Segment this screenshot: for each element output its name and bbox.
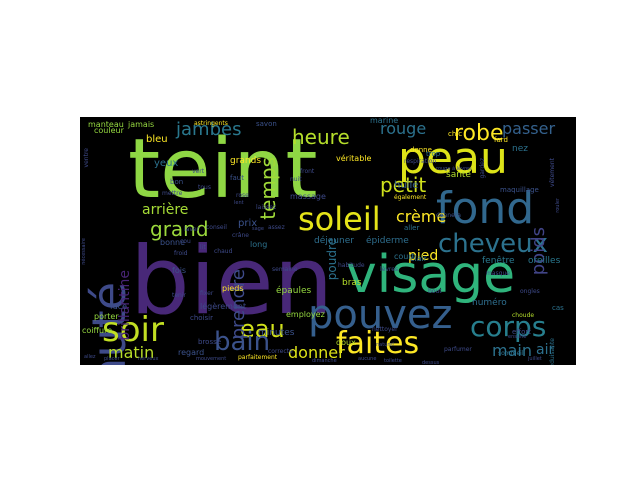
cloud-word: numéro <box>472 298 507 308</box>
cloud-word: donne <box>410 146 432 154</box>
cloud-word: arrière <box>142 202 189 218</box>
cloud-word: porter <box>94 312 119 321</box>
cloud-word: toilette <box>384 358 402 364</box>
cloud-word: employez <box>286 310 325 319</box>
cloud-word: gardez <box>479 157 486 179</box>
cloud-word: séduisante <box>549 337 556 365</box>
cloud-word: juillet <box>528 356 542 362</box>
cloud-word: bon <box>170 178 184 186</box>
cloud-word: heure <box>292 125 350 149</box>
cloud-word: doux <box>336 338 356 347</box>
cloud-word: marine <box>370 117 399 125</box>
cloud-word: mouvement <box>196 356 227 362</box>
cloud-word: froid <box>174 250 188 257</box>
cloud-word: masque <box>486 270 510 277</box>
cloud-word: nez <box>512 144 528 154</box>
cloud-word: soleil <box>298 200 381 238</box>
cloud-word: habitude <box>338 262 365 269</box>
cloud-word: dessus <box>422 360 440 366</box>
cloud-word: vert <box>192 168 205 175</box>
cloud-word: huile <box>394 180 419 191</box>
cloud-word: laissez <box>256 204 277 211</box>
cloud-word: parfaitement <box>238 354 278 361</box>
cloud-word: fixer <box>200 290 214 297</box>
cloud-word: santé <box>446 170 471 180</box>
cloud-word: déjeuner <box>314 236 354 246</box>
cloud-word: nécessaire <box>81 237 87 265</box>
cloud-word: long <box>250 240 268 249</box>
cloud-word: yeux <box>154 158 179 169</box>
cloud-word: mettre <box>162 190 183 197</box>
cloud-word: jamais <box>128 120 155 129</box>
cloud-word: lit <box>200 244 206 251</box>
cloud-word: coiffure <box>82 326 113 335</box>
cloud-word: bleu <box>146 134 168 145</box>
cloud-word: donnera <box>436 212 461 219</box>
cloud-word: chic <box>448 130 463 138</box>
cloud-word: légèrement <box>200 302 247 311</box>
cloud-word: cas <box>552 304 564 312</box>
cloud-word: fois <box>172 266 187 275</box>
cloud-word: tous <box>198 184 211 191</box>
cloud-word: dimanche <box>312 358 337 364</box>
cloud-word: assez <box>268 224 285 231</box>
cloud-word: ventre <box>83 147 90 168</box>
cloud-word: pieds <box>222 284 244 293</box>
word-cloud: bien teint peau visage beauté fond pouvez soir s… <box>80 117 576 365</box>
cloud-word: rouge à lèvres <box>436 166 472 172</box>
cloud-word: nerveux <box>138 356 159 362</box>
cloud-word: grand <box>150 217 209 241</box>
cloud-word: ongles <box>520 288 540 295</box>
cloud-word: sommeil <box>498 350 524 357</box>
cloud-word: nettoyer <box>372 326 398 333</box>
cloud-word: fard <box>494 136 508 144</box>
cloud-word: bout <box>428 288 442 295</box>
cloud-word: rose <box>236 192 249 199</box>
cloud-word: fenêtre <box>482 256 515 266</box>
cloud-word: astringents <box>194 120 228 127</box>
cloud-word: faut <box>230 174 244 182</box>
cloud-word: savon <box>256 120 277 128</box>
cloud-word: crâne <box>232 232 249 239</box>
cloud-word: court <box>394 252 415 261</box>
cloud-word: massage <box>290 192 326 201</box>
cloud-word: maquillage <box>500 186 539 194</box>
cloud-word: passer <box>502 119 556 138</box>
cloud-word: sage <box>252 226 264 232</box>
cloud-word: laver <box>184 226 200 233</box>
cloud-word: oreilles <box>528 256 561 266</box>
cloud-word: aucune <box>358 356 377 362</box>
cloud-word: bras <box>342 278 362 288</box>
cloud-word: également <box>394 194 427 201</box>
cloud-word: rouler <box>555 197 561 213</box>
cloud-word: front <box>300 168 315 175</box>
cloud-word: naturel <box>376 342 394 348</box>
cloud-word: placer <box>104 356 120 362</box>
cloud-word: aller <box>404 224 420 232</box>
cloud-word: ensuite <box>508 334 527 340</box>
cloud-word: allez <box>84 354 96 360</box>
cloud-word: lent <box>234 200 244 206</box>
cloud-word: face <box>110 302 128 311</box>
cloud-word: choude <box>512 312 535 319</box>
cloud-word: semaine <box>272 266 298 273</box>
cloud-word: brosse <box>198 338 222 346</box>
cloud-word: tenir <box>172 292 186 299</box>
cloud-word: choisir <box>190 314 213 322</box>
cloud-word: chaud <box>214 248 233 255</box>
cloud-word: épaules <box>276 286 312 296</box>
cloud-word: poids <box>528 226 549 276</box>
cloud-word: lèvres <box>380 266 399 273</box>
cloud-word: grands <box>230 156 262 166</box>
cloud-word: parfumer <box>444 346 472 353</box>
cloud-word: épiderme <box>366 236 409 246</box>
cloud-word: couleur <box>94 126 124 135</box>
cloud-word: vêtement <box>549 157 556 187</box>
cloud-word: conseil <box>206 224 227 231</box>
cloud-word: nuit <box>290 176 302 183</box>
cloud-word: minutes <box>258 328 295 338</box>
cloud-word: véritable <box>336 154 372 163</box>
cloud-word: cou <box>180 238 191 245</box>
cloud-word: respiration <box>404 158 437 165</box>
